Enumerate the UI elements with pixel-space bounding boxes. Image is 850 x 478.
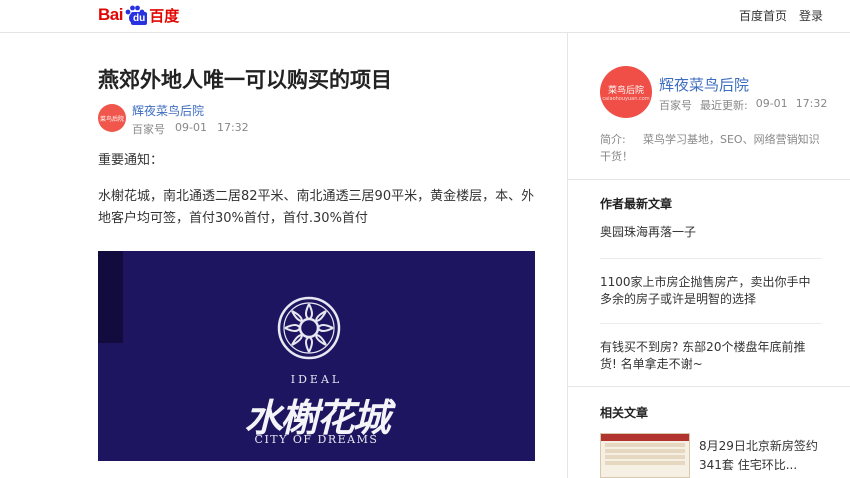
latest-article-link[interactable]: 有钱买不到房? 东部20个楼盘年底前推货! 名单拿走不谢~ xyxy=(600,339,822,373)
divider xyxy=(568,386,850,387)
divider xyxy=(600,323,822,324)
login-link[interactable]: 登录 xyxy=(799,7,823,24)
latest-articles-title: 作者最新文章 xyxy=(600,197,673,211)
sidebar-author-avatar[interactable]: 菜鸟后院 caiaohouyuan.com xyxy=(600,66,652,118)
article-image: IDEAL 水榭花城 CITY OF DREAMS xyxy=(98,251,535,461)
divider xyxy=(568,179,850,180)
logo-du-text: du xyxy=(130,12,148,25)
logo-bai-text: Bai xyxy=(98,5,123,24)
sidebar-updated-time: 17:32 xyxy=(795,97,828,110)
author-source: 百家号 xyxy=(132,123,165,136)
sidebar: 菜鸟后院 caiaohouyuan.com 辉夜菜鸟后院 百家号 最近更新: 0… xyxy=(567,33,850,478)
intro-label: 简介: xyxy=(600,133,626,146)
article-paragraph: 水榭花城，南北通透二居82平米、南北通透三居90平米，黄金楼层，本、外地客户均可… xyxy=(98,189,535,226)
sidebar-source: 百家号 xyxy=(659,99,692,112)
sidebar-author-sub: 百家号 最近更新: 09-01 17:32 xyxy=(659,97,827,113)
image-en-text: CITY OF DREAMS xyxy=(254,433,379,446)
thumb-row xyxy=(605,449,685,453)
author-avatar[interactable]: 菜鸟后院 xyxy=(98,104,126,132)
article-paragraph: 重要通知： xyxy=(98,153,164,168)
sidebar-avatar-text: 菜鸟后院 xyxy=(607,85,644,96)
emblem-icon xyxy=(277,296,341,360)
author-avatar-text: 菜鸟后院 xyxy=(99,115,124,123)
article-author-row: 菜鸟后院 辉夜菜鸟后院 百家号 09-01 17:32 xyxy=(98,104,249,137)
logo-cn-text: 百度 xyxy=(149,6,180,25)
thumb-row xyxy=(605,443,685,447)
sidebar-intro: 简介: 菜鸟学习基地，SEO、网络营销知识干货！ xyxy=(600,131,830,165)
related-article-thumbnail[interactable] xyxy=(600,433,690,478)
related-article-link[interactable]: 8月29日北京新房签约341套 住宅环比... 46% xyxy=(699,437,824,478)
author-sub: 百家号 09-01 17:32 xyxy=(132,121,249,137)
sidebar-updated-date: 09-01 xyxy=(755,97,788,110)
baidu-logo[interactable]: Bai du 百度 xyxy=(98,3,179,27)
related-articles-title: 相关文章 xyxy=(600,406,649,420)
thumb-header xyxy=(601,434,689,441)
publish-date: 09-01 xyxy=(175,121,207,134)
author-meta: 辉夜菜鸟后院 百家号 09-01 17:32 xyxy=(132,104,249,137)
baidu-home-link[interactable]: 百度首页 xyxy=(739,7,787,24)
image-shadow xyxy=(98,251,123,343)
sidebar-avatar-small: caiaohouyuan.com xyxy=(602,95,650,102)
publish-time: 17:32 xyxy=(216,121,249,134)
divider xyxy=(600,258,822,259)
latest-article-link[interactable]: 奥园珠海再落一子 xyxy=(600,224,822,241)
sidebar-updated-label: 最近更新: xyxy=(700,99,748,112)
top-bar: Bai du 百度 百度首页 登录 xyxy=(0,0,850,33)
author-name-link[interactable]: 辉夜菜鸟后院 xyxy=(132,104,249,118)
latest-article-link[interactable]: 1100家上市房企抛售房产，卖出你手中多余的房子或许是明智的选择 xyxy=(600,274,822,308)
thumb-row xyxy=(605,461,685,465)
sidebar-author-name[interactable]: 辉夜菜鸟后院 xyxy=(659,74,749,95)
thumb-row xyxy=(605,455,685,459)
image-ideal-text: IDEAL xyxy=(290,373,343,386)
article-title: 燕郊外地人唯一可以购买的项目 xyxy=(98,68,392,92)
top-links: 百度首页 登录 xyxy=(739,7,823,24)
